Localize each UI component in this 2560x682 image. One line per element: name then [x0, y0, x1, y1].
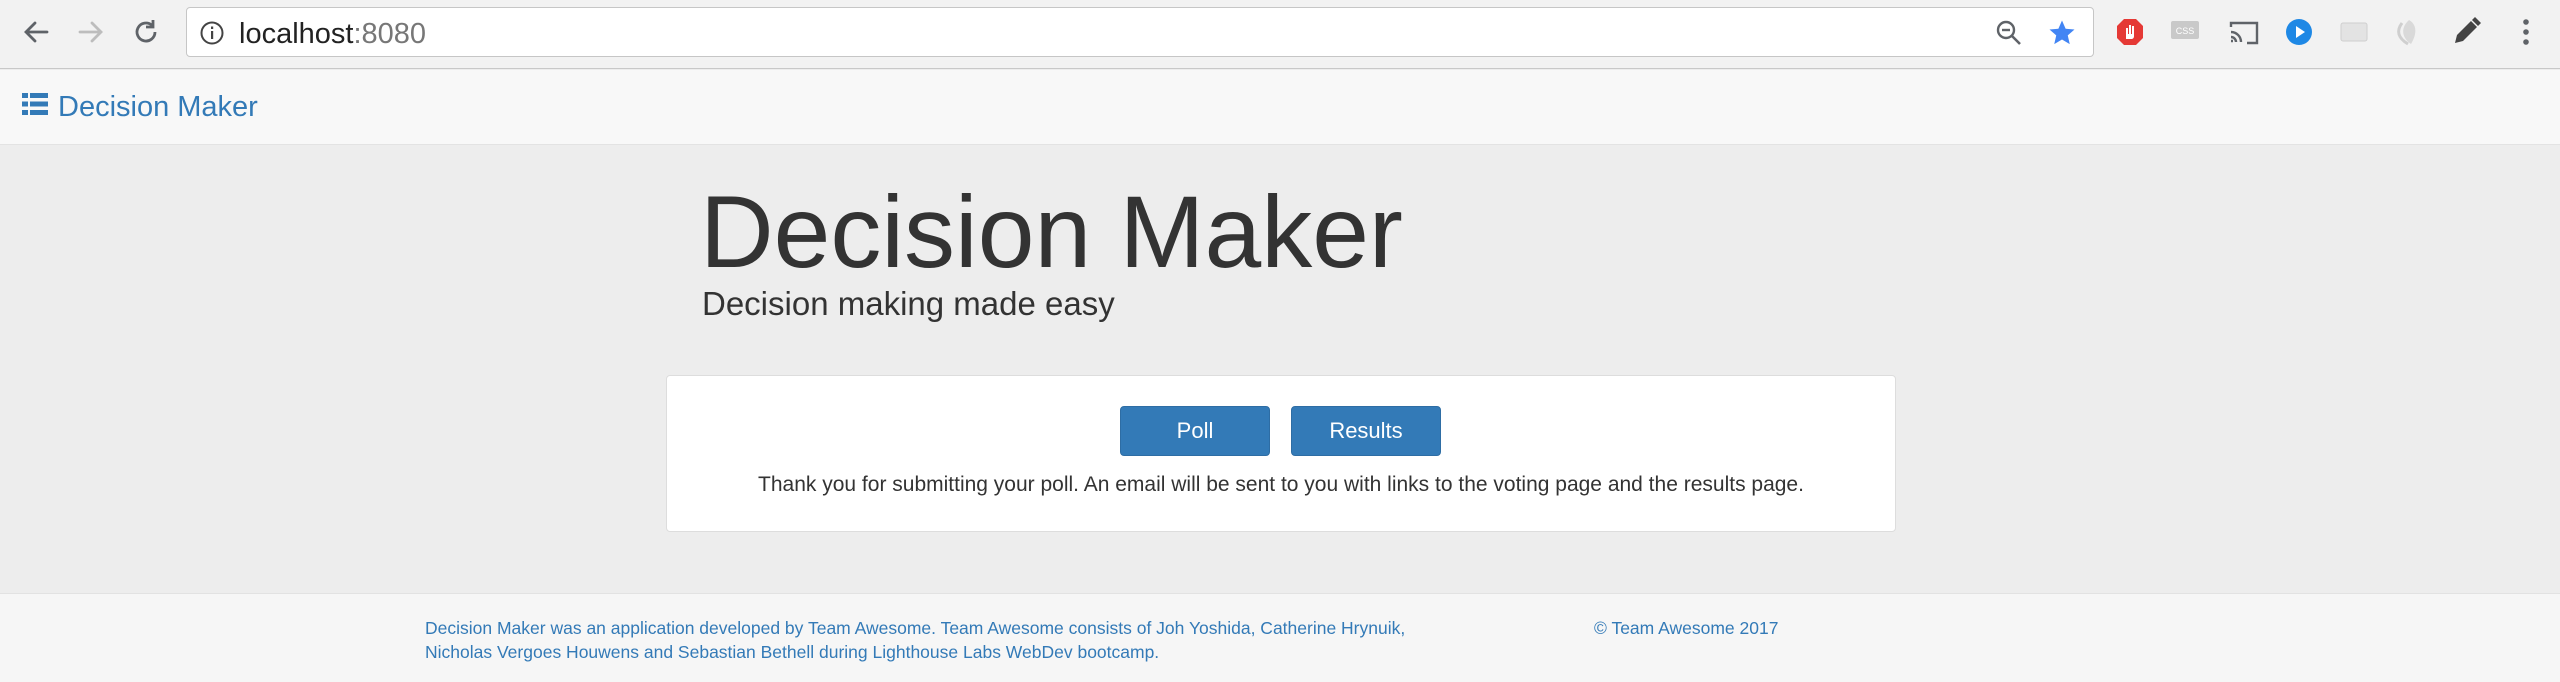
navbar-brand-label: Decision Maker	[58, 91, 258, 123]
navbar-brand[interactable]: Decision Maker	[22, 91, 258, 124]
css-extension-icon[interactable]: CSS	[2167, 14, 2203, 50]
adblock-icon[interactable]	[2112, 14, 2148, 50]
url-port: :8080	[353, 18, 427, 50]
back-arrow-icon[interactable]	[18, 14, 54, 50]
extension-icon[interactable]	[2336, 14, 2372, 50]
svg-text:CSS: CSS	[2176, 26, 2195, 36]
url-host: localhost	[239, 18, 354, 50]
results-button[interactable]: Results	[1291, 406, 1441, 456]
footer-about-text: Decision Maker was an application develo…	[425, 618, 1406, 662]
address-bar[interactable]: localhost:8080	[186, 7, 2094, 57]
extension-icon[interactable]	[2391, 14, 2427, 50]
url-text[interactable]: localhost:8080	[239, 19, 426, 49]
kebab-menu-icon[interactable]	[2508, 14, 2544, 50]
pencil-icon[interactable]	[2448, 14, 2484, 50]
bookmark-star-icon[interactable]	[2047, 18, 2077, 53]
browser-toolbar: localhost:8080 CSS	[0, 0, 2560, 69]
footer-copyright: © Team Awesome 2017	[1594, 618, 1779, 638]
list-icon	[22, 91, 48, 124]
forward-arrow-icon[interactable]	[73, 14, 109, 50]
info-icon[interactable]	[199, 20, 225, 51]
confirmation-panel: Poll Results Thank you for submitting yo…	[666, 375, 1896, 532]
cast-icon[interactable]	[2226, 14, 2262, 50]
poll-button[interactable]: Poll	[1120, 406, 1270, 456]
navbar: Decision Maker	[0, 70, 2560, 145]
media-extension-icon[interactable]	[2281, 14, 2317, 50]
zoom-out-icon[interactable]	[1995, 19, 2023, 52]
reload-icon[interactable]	[128, 14, 164, 50]
footer: Decision Maker was an application develo…	[0, 593, 2560, 682]
confirmation-message: Thank you for submitting your poll. An e…	[758, 473, 1804, 496]
page-title: Decision Maker	[700, 175, 1403, 289]
page-subtitle: Decision making made easy	[702, 285, 1115, 322]
